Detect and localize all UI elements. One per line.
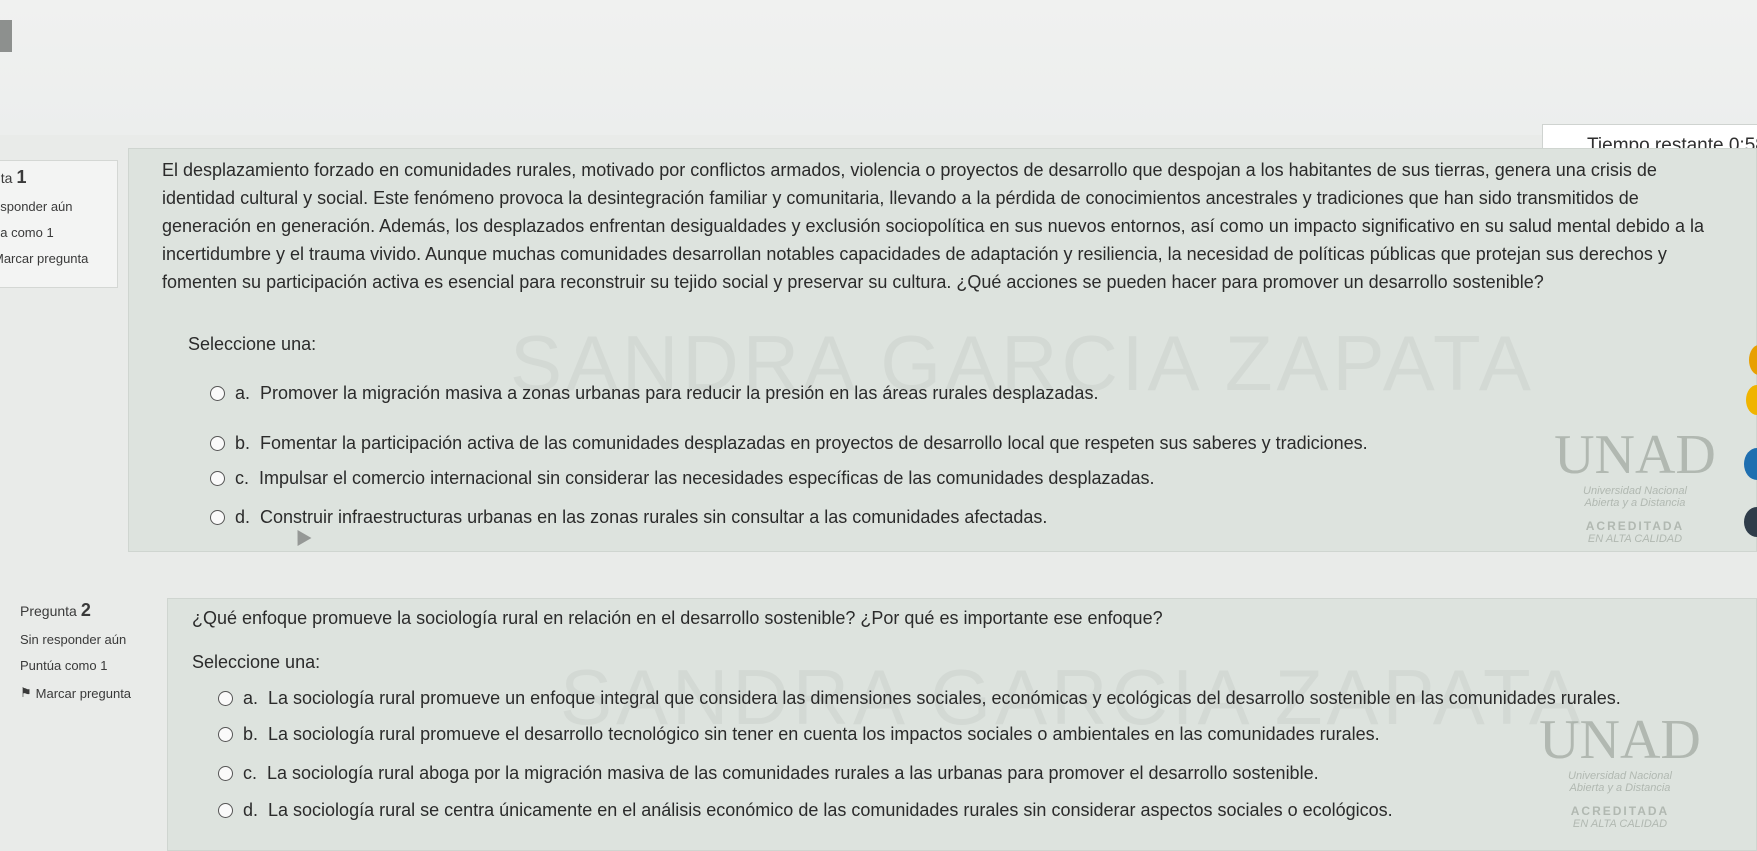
unad-logo: UNAD Universidad Nacional Abierta y a Di… <box>1545 425 1725 545</box>
unad-logo-text: UNAD <box>1554 424 1716 486</box>
unad-logo-line1: Universidad Nacional <box>1568 770 1672 782</box>
radio-icon[interactable] <box>210 510 225 525</box>
q2-option-c[interactable]: c. La sociología rural aboga por la migra… <box>218 763 1319 784</box>
question-status: esponder aún <box>0 199 73 214</box>
flag-question-link[interactable]: ⚑ Marcar pregunta <box>20 685 170 701</box>
flag-question-label: Marcar pregunta <box>35 685 132 701</box>
question-score: úa como 1 <box>0 225 54 240</box>
unad-logo-text: UNAD <box>1539 709 1701 771</box>
q1-option-b[interactable]: b. Fomentar la participación activa de la… <box>210 433 1368 454</box>
question-label: Pregunta <box>20 603 77 619</box>
radio-icon[interactable] <box>218 766 233 781</box>
q1-option-a[interactable]: a. Promover la migración masiva a zonas u… <box>210 383 1098 404</box>
unad-logo-acred: ACREDITADA <box>1570 804 1670 818</box>
flag-question-link[interactable]: Marcar pregunta <box>0 251 117 266</box>
radio-icon[interactable] <box>210 471 225 486</box>
flag-icon: ⚑ <box>20 685 32 700</box>
corner-block <box>0 20 12 52</box>
unad-logo-line2: Abierta y a Distancia <box>1569 782 1671 794</box>
unad-logo-acred: ACREDITADA <box>1585 519 1685 533</box>
radio-icon[interactable] <box>218 803 233 818</box>
question-2-info: Pregunta 2 Sin responder aún Puntúa como … <box>20 600 170 701</box>
radio-icon[interactable] <box>210 386 225 401</box>
question-score: Puntúa como 1 <box>20 658 108 673</box>
unad-logo: UNAD Universidad Nacional Abierta y a Di… <box>1530 710 1710 830</box>
radio-icon[interactable] <box>218 691 233 706</box>
top-bar <box>0 0 1757 135</box>
unad-logo-calidad: EN ALTA CALIDAD <box>1587 533 1683 545</box>
question-number: 1 <box>16 167 27 187</box>
unad-logo-line1: Universidad Nacional <box>1583 485 1687 497</box>
q1-option-d[interactable]: d. Construir infraestructuras urbanas en … <box>210 507 1047 528</box>
question-2-text: ¿Qué enfoque promueve la sociología rura… <box>192 608 1163 628</box>
q2-option-b[interactable]: b. La sociología rural promueve el desarr… <box>218 724 1380 745</box>
unad-logo-line2: Abierta y a Distancia <box>1584 497 1686 509</box>
radio-icon[interactable] <box>210 436 225 451</box>
question-status: Sin responder aún <box>20 632 127 647</box>
select-one-label: Seleccione una: <box>188 334 317 354</box>
q2-option-d[interactable]: d. La sociología rural se centra únicamen… <box>218 800 1393 821</box>
q1-option-c[interactable]: c. Impulsar el comercio internacional sin… <box>210 468 1155 489</box>
question-label: nta <box>0 170 13 186</box>
radio-icon[interactable] <box>218 727 233 742</box>
question-1-text: El desplazamiento forzado en comunidades… <box>162 160 1704 292</box>
unad-logo-calidad: EN ALTA CALIDAD <box>1572 818 1668 830</box>
question-1-info: nta1 esponder aún úa como 1 Marcar pregu… <box>0 160 118 288</box>
select-one-label: Seleccione una: <box>192 652 321 672</box>
question-number: 2 <box>80 600 91 620</box>
q2-option-a[interactable]: a. La sociología rural promueve un enfoqu… <box>218 688 1621 709</box>
